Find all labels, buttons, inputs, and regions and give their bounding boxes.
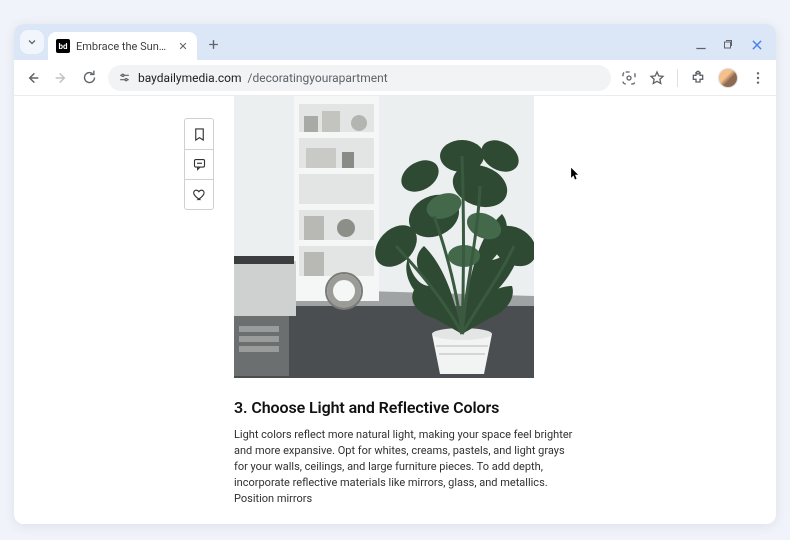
lens-button[interactable] <box>621 70 637 86</box>
section-paragraph: Light colors reflect more natural light,… <box>234 427 574 507</box>
close-window-button[interactable] <box>750 38 764 52</box>
tab-favicon: bd <box>56 39 70 53</box>
url-host: baydailymedia.com <box>138 71 242 85</box>
profile-avatar[interactable] <box>718 68 738 88</box>
section-heading: 3. Choose Light and Reflective Colors <box>234 398 574 417</box>
bookmark-star-button[interactable] <box>649 70 665 86</box>
page-content: 3. Choose Light and Reflective Colors Li… <box>14 96 776 524</box>
comment-button[interactable] <box>185 149 213 179</box>
menu-button[interactable] <box>750 70 766 86</box>
forward-button[interactable] <box>52 69 70 87</box>
new-tab-button[interactable] <box>201 32 225 56</box>
browser-window: bd Embrace the Sunshine: Dec <box>14 24 776 524</box>
toolbar-divider <box>677 69 678 87</box>
bookmark-button[interactable] <box>185 119 213 149</box>
active-tab[interactable]: bd Embrace the Sunshine: Dec <box>48 32 197 60</box>
tab-title: Embrace the Sunshine: Dec <box>76 40 171 53</box>
extensions-button[interactable] <box>690 70 706 86</box>
article-image <box>234 96 534 378</box>
minimize-button[interactable] <box>694 38 708 52</box>
toolbar: baydailymedia.com/decoratingyourapartmen… <box>14 60 776 96</box>
article-body: 3. Choose Light and Reflective Colors Li… <box>234 398 574 507</box>
back-button[interactable] <box>24 69 42 87</box>
tab-close-button[interactable] <box>177 40 189 52</box>
address-bar[interactable]: baydailymedia.com/decoratingyourapartmen… <box>108 65 611 91</box>
url-path: /decoratingyourapartment <box>248 71 388 85</box>
site-settings-icon[interactable] <box>118 71 132 85</box>
toolbar-right <box>621 68 766 88</box>
window-controls <box>694 38 768 52</box>
tab-strip: bd Embrace the Sunshine: Dec <box>14 24 776 60</box>
article-action-rail <box>184 118 214 210</box>
tab-search-button[interactable] <box>20 30 44 54</box>
maximize-button[interactable] <box>722 38 736 52</box>
like-button[interactable] <box>185 179 213 209</box>
mouse-cursor-icon <box>570 167 580 181</box>
reload-button[interactable] <box>80 69 98 87</box>
